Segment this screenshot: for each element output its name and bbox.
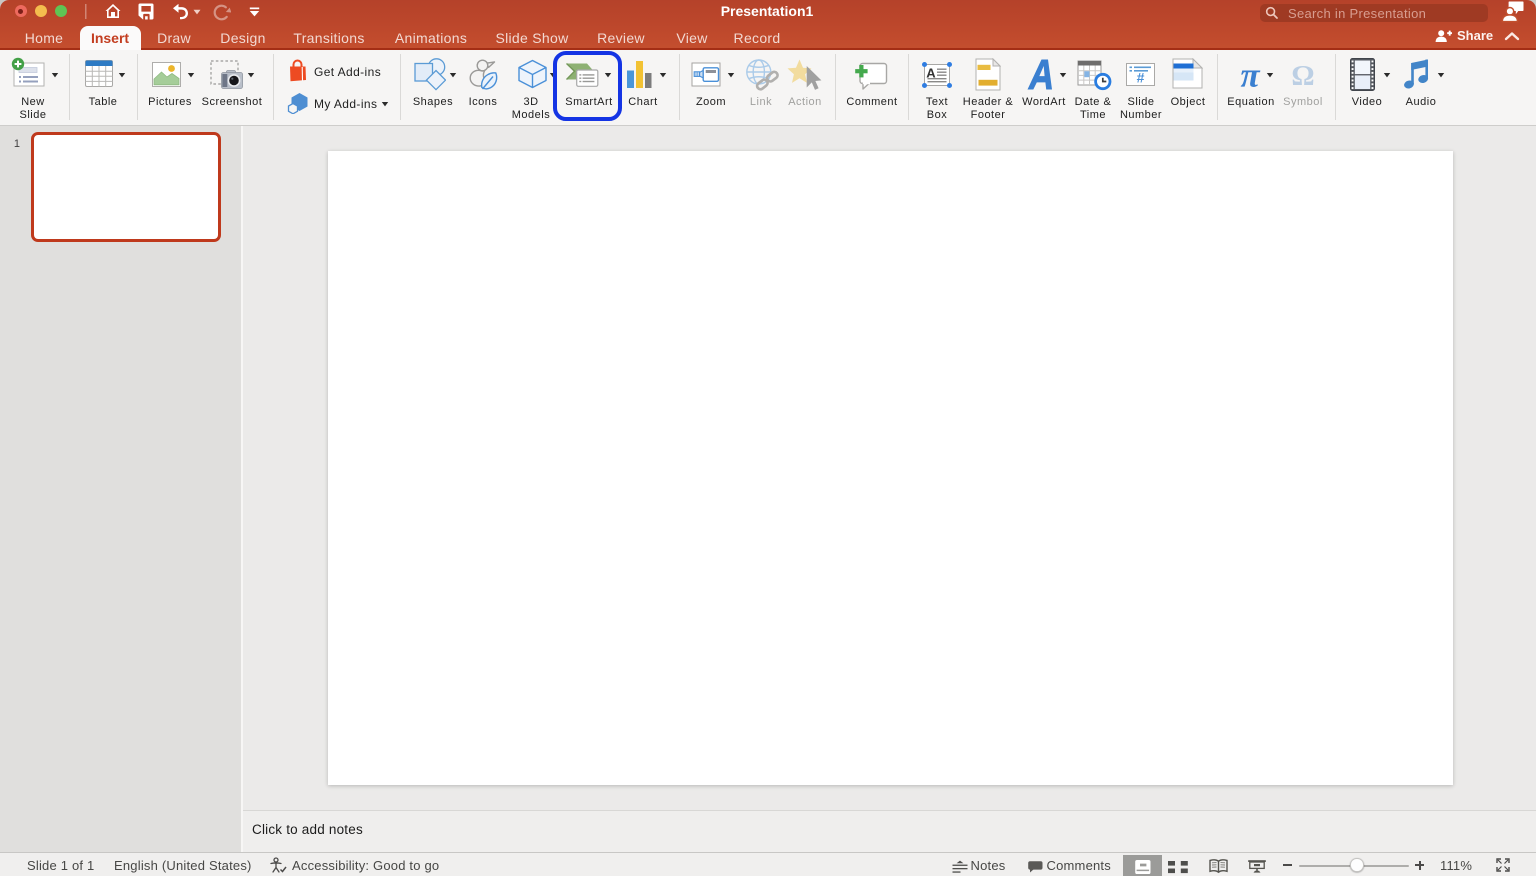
svg-text:#: # [1137, 70, 1145, 86]
svg-text:Ω: Ω [1291, 61, 1314, 89]
svg-text:π: π [1240, 59, 1260, 90]
